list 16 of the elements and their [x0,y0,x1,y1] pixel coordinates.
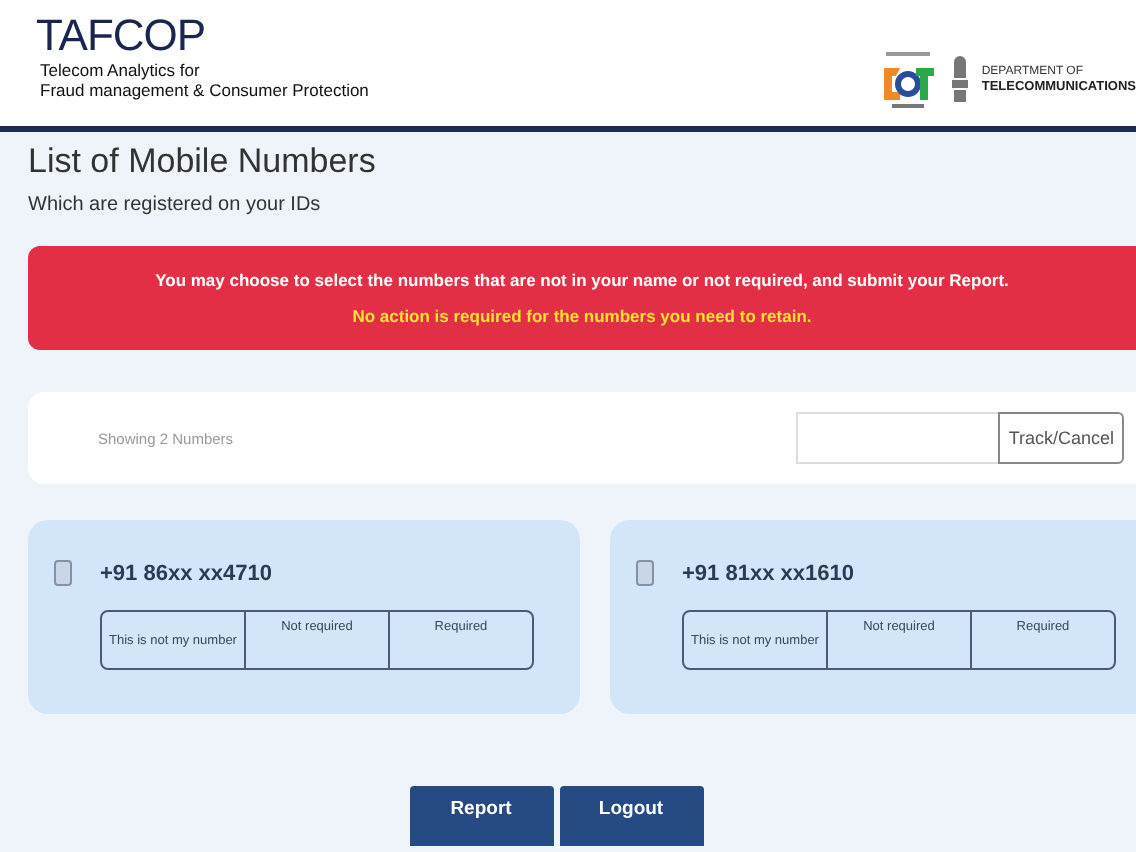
logout-button[interactable]: Logout [559,786,703,846]
emblem-icon [947,53,972,105]
tagline: Fraud management & Consumer Protection [40,80,369,100]
notice-text: You may choose to select the numbers that are not in your name or not required, and submit your Report. [155,270,1009,290]
tafcop-logo: TAFCOP [36,12,208,60]
phone-icon [636,560,654,586]
track-cancel-button[interactable]: Track/Cancel [998,412,1124,464]
search-field[interactable] [796,412,999,464]
notice-highlight: No action is required for the numbers you need to retain. [352,306,812,326]
phone-number: +91 81xx xx1610 [682,561,854,585]
page-title: List of Mobile Numbers [28,142,378,182]
phone-number: +91 86xx xx4710 [100,561,272,585]
phone-icon [54,560,72,586]
page-subtitle: Which are registered on your IDs [28,194,323,216]
tagline: Telecom Analytics for [40,60,202,80]
report-button[interactable]: Report [409,786,553,846]
